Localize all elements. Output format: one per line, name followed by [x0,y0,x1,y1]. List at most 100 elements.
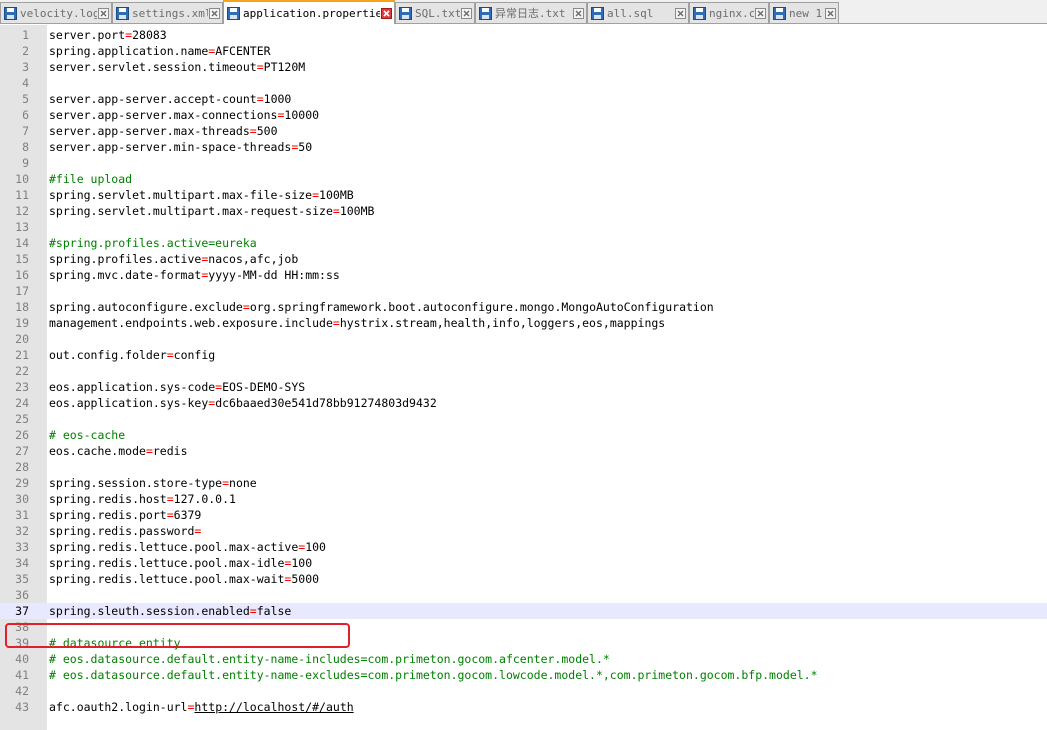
property-value: yyyy-MM-dd HH:mm:ss [208,268,340,282]
equals-operator: = [166,348,174,362]
tab-2[interactable]: application.properties [223,0,395,24]
property-value: 100MB [319,188,354,202]
code-line[interactable]: 11 spring.servlet.multipart.max-file-size… [0,187,1047,203]
property-value-link[interactable]: http://localhost/#/auth [194,700,353,714]
property-key: spring.servlet.multipart.max-request-siz… [49,204,333,218]
property-key: afc.oauth2.login-url [49,700,188,714]
code-line[interactable]: 25 [0,411,1047,427]
code-line[interactable]: 30 spring.redis.host=127.0.0.1 [0,491,1047,507]
code-line[interactable]: 32 spring.redis.password= [0,523,1047,539]
code-line[interactable]: 3 server.servlet.session.timeout=PT120M [0,59,1047,75]
code-line[interactable]: 22 [0,363,1047,379]
code-line[interactable]: 7 server.app-server.max-threads=500 [0,123,1047,139]
code-line[interactable]: 42 [0,683,1047,699]
code-text: spring.session.store-type=none [49,475,257,491]
property-value: 50 [298,140,313,154]
tab-1[interactable]: settings.xml [112,2,223,23]
property-key: server.port [49,28,126,42]
line-number: 24 [15,396,29,410]
save-icon [773,6,786,20]
code-editor[interactable]: 1 server.port=28083 2 spring.application.na… [0,25,1047,730]
tab-3[interactable]: SQL.txt [395,2,475,23]
code-line[interactable]: 36 [0,587,1047,603]
close-icon[interactable] [209,7,220,19]
code-line[interactable]: 19 management.endpoints.web.exposure.incl… [0,315,1047,331]
code-line[interactable]: 40 # eos.datasource.default.entity-name-i… [0,651,1047,667]
code-text: server.port=28083 [49,27,167,43]
code-line[interactable]: 13 [0,219,1047,235]
code-comment: #spring.profiles.active=eureka [49,236,257,250]
code-line[interactable]: 4 [0,75,1047,91]
property-key: server.servlet.session.timeout [49,60,257,74]
tab-0[interactable]: velocity.log [0,2,112,23]
code-line[interactable]: 20 [0,331,1047,347]
code-line[interactable]: 37 spring.sleuth.session.enabled=false [0,603,1047,619]
property-key: eos.cache.mode [49,444,146,458]
code-line[interactable]: 43 afc.oauth2.login-url=http://localhost/… [0,699,1047,715]
code-line[interactable]: 8 server.app-server.min-space-threads=50 [0,139,1047,155]
code-line[interactable]: 9 [0,155,1047,171]
code-line[interactable]: 24 eos.application.sys-key=dc6baaed30e541… [0,395,1047,411]
line-number: 17 [15,284,29,298]
close-icon[interactable] [98,7,109,19]
code-comment: # eos.datasource.default.entity-name-inc… [49,652,610,666]
tab-6[interactable]: nginx.conf [689,2,769,23]
code-line[interactable]: 21 out.config.folder=config [0,347,1047,363]
code-line[interactable]: 31 spring.redis.port=6379 [0,507,1047,523]
save-icon [591,6,604,20]
property-value: 10000 [284,108,320,122]
code-line[interactable]: 18 spring.autoconfigure.exclude=org.sprin… [0,299,1047,315]
line-number: 40 [15,652,29,666]
code-line[interactable]: 12 spring.servlet.multipart.max-request-s… [0,203,1047,219]
equals-operator: = [249,124,257,138]
code-line[interactable]: 15 spring.profiles.active=nacos,afc,job [0,251,1047,267]
close-icon[interactable] [573,7,584,19]
tab-7[interactable]: new 1 [769,2,839,23]
close-icon[interactable] [825,7,836,19]
code-line[interactable]: 26 # eos-cache [0,427,1047,443]
code-line[interactable]: 28 [0,459,1047,475]
code-comment: # eos.datasource.default.entity-name-exc… [49,668,818,682]
line-number: 7 [22,124,29,138]
property-value: redis [152,444,188,458]
property-key: spring.application.name [49,44,209,58]
code-line[interactable]: 5 server.app-server.accept-count=1000 [0,91,1047,107]
tab-label: new 1 [789,6,823,20]
line-number: 43 [15,700,29,714]
code-line[interactable]: 2 spring.application.name=AFCENTER [0,43,1047,59]
code-line[interactable]: 14 #spring.profiles.active=eureka [0,235,1047,251]
tab-4[interactable]: 异常日志.txt [475,2,587,23]
save-icon [693,6,706,20]
code-line[interactable]: 33 spring.redis.lettuce.pool.max-active=1… [0,539,1047,555]
code-line[interactable]: 16 spring.mvc.date-format=yyyy-MM-dd HH:m… [0,267,1047,283]
code-text: # eos-cache [49,427,125,443]
property-key: management.endpoints.web.exposure.includ… [49,316,333,330]
close-icon[interactable] [755,7,766,19]
tab-5[interactable]: all.sql [587,2,689,23]
code-line[interactable]: 10 #file upload [0,171,1047,187]
equals-operator: = [249,604,257,618]
code-line[interactable]: 1 server.port=28083 [0,27,1047,43]
property-key: spring.redis.host [49,492,167,506]
property-value: EOS-DEMO-SYS [222,380,306,394]
close-icon[interactable] [675,7,686,19]
line-number: 41 [15,668,29,682]
code-text: out.config.folder=config [49,347,215,363]
code-line[interactable]: 27 eos.cache.mode=redis [0,443,1047,459]
tab-label: 异常日志.txt [495,7,566,20]
close-icon[interactable] [381,7,392,19]
code-line[interactable]: 6 server.app-server.max-connections=10000 [0,107,1047,123]
property-key: spring.redis.port [49,508,167,522]
code-line[interactable]: 41 # eos.datasource.default.entity-name-e… [0,667,1047,683]
code-text: spring.redis.port=6379 [49,507,201,523]
code-text: # eos.datasource.default.entity-name-inc… [49,651,610,667]
code-line[interactable]: 23 eos.application.sys-code=EOS-DEMO-SYS [0,379,1047,395]
code-line[interactable]: 29 spring.session.store-type=none [0,475,1047,491]
close-icon[interactable] [461,7,472,19]
code-line[interactable]: 34 spring.redis.lettuce.pool.max-idle=100 [0,555,1047,571]
code-line[interactable]: 17 [0,283,1047,299]
code-text: management.endpoints.web.exposure.includ… [49,315,665,331]
line-number: 6 [22,108,29,122]
code-line[interactable]: 35 spring.redis.lettuce.pool.max-wait=500… [0,571,1047,587]
line-number: 25 [15,412,29,426]
